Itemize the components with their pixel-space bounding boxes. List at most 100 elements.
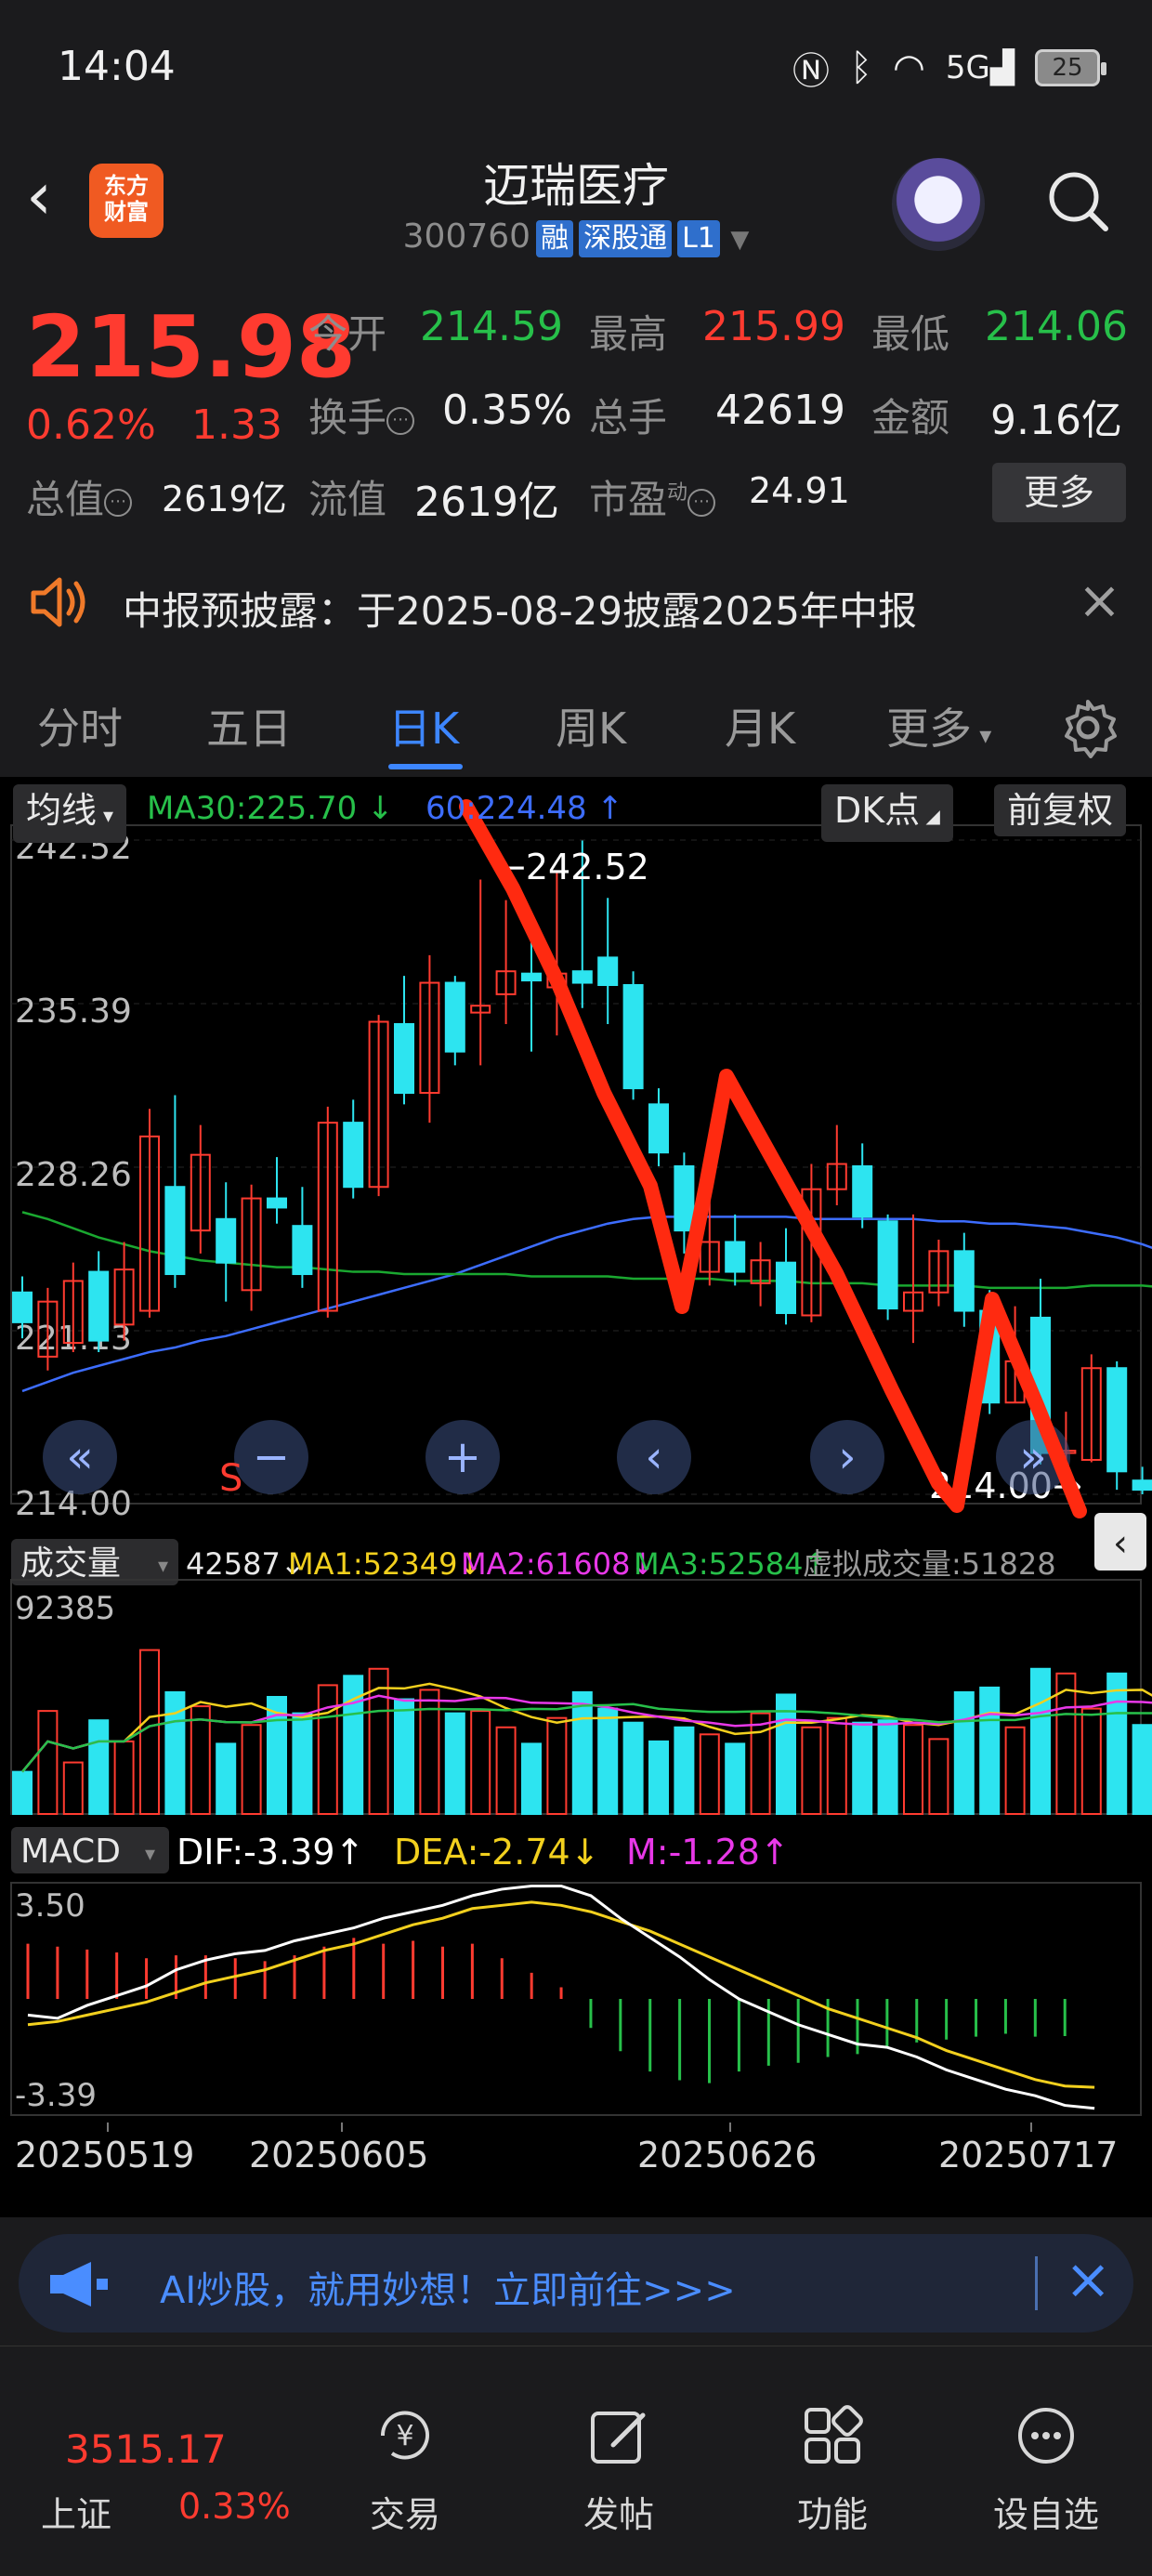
ai-assistant-icon[interactable] [892,158,985,251]
volume-ma2: MA2:61608↓ [461,1546,655,1582]
volume-bar [37,1710,59,1815]
low-value: 214.06 [985,303,1128,350]
float-cap-label: 流值 [308,477,387,522]
tab-five-day[interactable]: 五日 [206,695,292,756]
volume-axis-label: 92385 [15,1590,115,1627]
indicator-button[interactable]: 均线 ▾ [13,784,127,843]
open-label: 今开 [308,311,387,357]
volume-bar [852,1721,873,1815]
candle-body [725,1241,746,1273]
nav-trade[interactable]: ¥ 交易 [331,2402,479,2537]
bluetooth-icon: ᛒ [849,46,872,89]
candle-body [521,972,542,982]
info-icon[interactable]: ⋯ [104,488,133,517]
volume-bar [674,1726,695,1816]
stock-code: 300760 [402,217,531,256]
scroll-right-button-icon: › [838,1431,856,1483]
open-value: 214.59 [420,303,563,350]
tab-daily-k[interactable]: 日K [388,695,459,756]
volume-bar [725,1742,746,1816]
amount-label: 金额 [871,395,950,440]
candle-body [394,1022,414,1095]
candle-body [648,1103,669,1154]
amount-value: 9.16亿 [990,397,1122,444]
volume-bar [648,1740,669,1816]
high-label: 最高 [589,311,668,357]
active-tab-indicator [388,764,463,769]
info-icon[interactable]: ⋯ [386,406,415,435]
volume-bar [928,1738,949,1815]
volume-value: 42619 [715,387,845,434]
dropdown-icon[interactable]: ▼ [730,226,749,254]
tab-monthly-k[interactable]: 月K [725,695,795,756]
sell-signal: S [219,1457,242,1500]
ai-banner[interactable]: AI炒股，就用妙想！立即前往>>> × [19,2234,1133,2333]
volume-bar [699,1733,720,1815]
trade-icon: ¥ [380,2411,429,2460]
chart-area[interactable]: 242.52 235.39 228.26 221.13 214.00 ←242.52 214… [0,777,1152,2217]
margin-tag: 融 [536,220,574,257]
candle-body [1132,1479,1152,1492]
nav-post[interactable]: 发帖 [544,2402,693,2537]
divider [1035,2256,1038,2310]
svg-text:¥: ¥ [396,2420,413,2452]
nav-functions[interactable]: 功能 [758,2402,907,2537]
candle-body [571,970,593,984]
volume-bar [495,1726,517,1816]
price-tick-label: 235.39 [15,992,132,1031]
candle-body [953,1250,975,1312]
ma60-label: 60:224.48 ↑ [425,790,623,827]
close-icon[interactable]: × [1065,2247,1111,2312]
candle-body [88,1270,110,1342]
volume-bar [597,1707,619,1815]
macd-m: M:-1.28↑ [626,1832,790,1873]
pe-value: 24.91 [749,470,850,511]
index-pct: 0.33% [178,2486,291,2527]
date-label: 20250519 [15,2135,194,2175]
volume-label: 总手 [589,395,668,440]
wifi-icon: ◠ [892,46,925,89]
chevron-down-icon: ▾ [158,1555,168,1578]
notice-bar[interactable]: 中报预披露：于2025-08-29披露2025年中报 × [0,552,1152,654]
tab-more[interactable]: 更多 ▾ [886,695,991,756]
zoom-in-button-icon: + [444,1431,481,1483]
notice-text: 中报预披露：于2025-08-29披露2025年中报 [123,588,917,634]
speaker-icon [31,577,85,627]
search-icon[interactable] [1044,167,1111,234]
volume-bar [241,1724,262,1815]
volume-bar [317,1684,338,1816]
volume-bar [1030,1667,1051,1816]
last-price: 215.98 [26,297,357,397]
bottom-nav: 3515.17 上证 0.33% ¥ 交易 发帖 功能 设自选 [0,2346,1152,2576]
more-dots-icon [1018,2408,1074,2464]
candle-body [1106,1367,1128,1473]
info-icon[interactable]: ⋯ [687,488,716,517]
dk-button[interactable]: DK点 ◢ [821,784,953,842]
date-label: 20250605 [249,2135,428,2175]
connect-tag: 深股通 [579,220,673,257]
signal-icon: 5G▟ [945,49,1015,86]
volume-bar [12,1770,33,1816]
ma30-label: MA30:225.70 ↓ [147,790,394,827]
nfc-icon: Ⓝ [792,50,830,93]
stock-chart[interactable]: 242.52235.39228.26221.13214.00←242.52214… [0,777,1152,2217]
volume-bar [190,1705,211,1816]
macd-button-label: MACD [20,1833,121,1871]
volume-bar [1132,1724,1152,1815]
virtual-volume: 虚拟成交量:51828 [803,1546,1056,1582]
candle-body [597,956,619,987]
adjust-button[interactable]: 前复权 [994,784,1127,836]
tab-weekly-k[interactable]: 周K [556,695,626,756]
tab-minute[interactable]: 分时 [37,695,123,756]
price-tick-label: 228.26 [15,1156,132,1194]
volume-bar [216,1742,237,1816]
more-button[interactable]: 更多 [992,463,1126,522]
battery-icon: 25 [1035,49,1106,86]
market-cap-label: 总值 ⋯ [26,468,133,525]
close-icon[interactable]: × [1078,571,1121,631]
macd-dif: DIF:-3.39↑ [177,1832,364,1873]
volume-bar [622,1721,644,1815]
volume-bar [546,1716,568,1815]
gear-icon[interactable] [1057,697,1119,758]
nav-add-watchlist[interactable]: 设自选 [972,2402,1120,2537]
